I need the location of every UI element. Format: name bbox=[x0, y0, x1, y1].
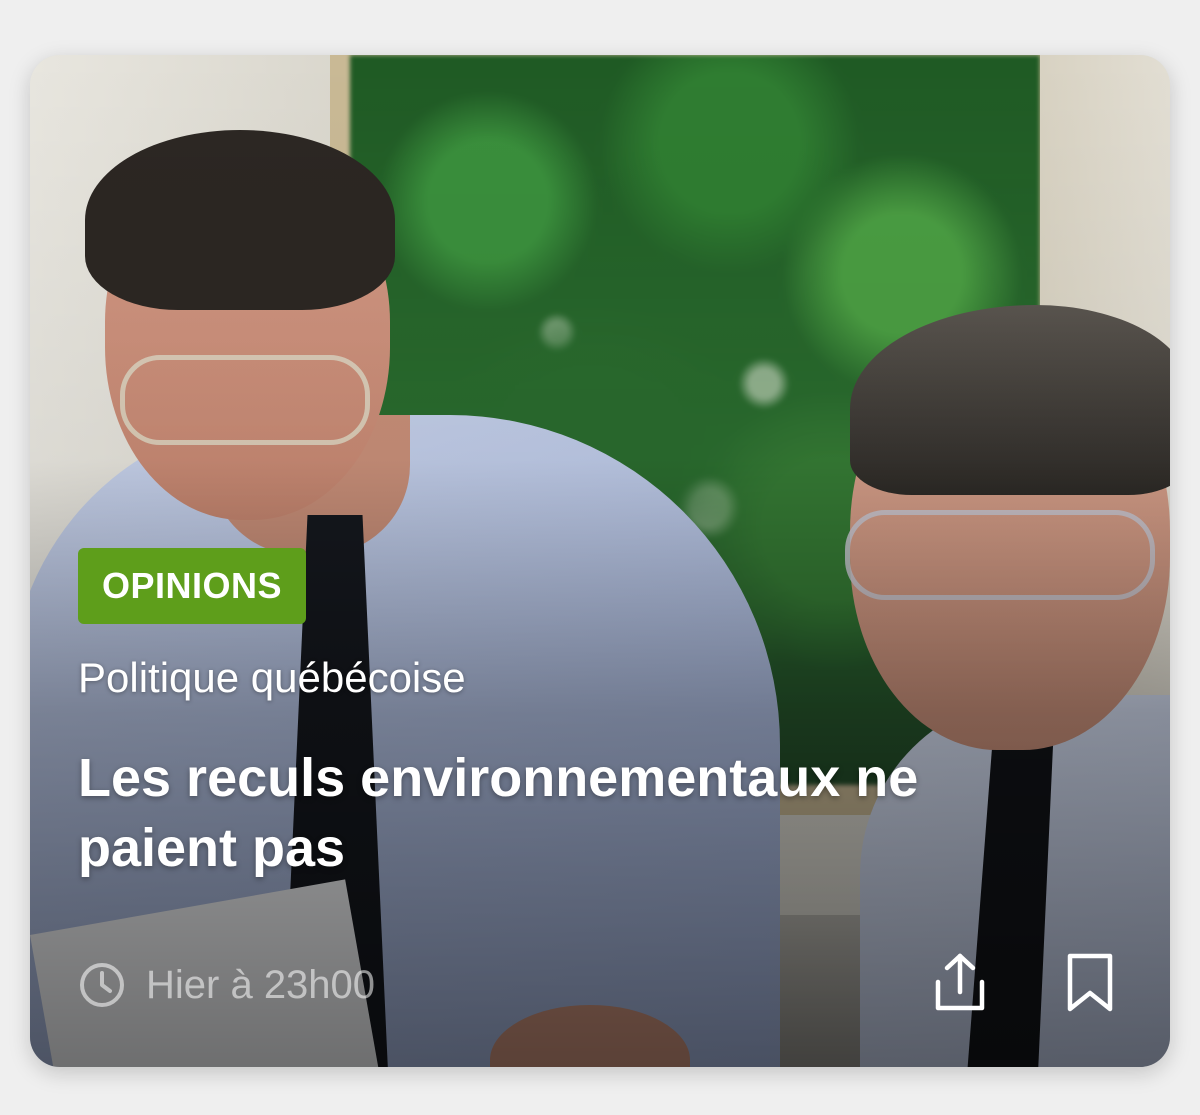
category-badge[interactable]: OPINIONS bbox=[78, 548, 307, 624]
bookmark-button[interactable] bbox=[1060, 950, 1120, 1016]
section-label[interactable]: Politique québécoise bbox=[78, 650, 466, 706]
share-icon bbox=[935, 953, 985, 1011]
article-card[interactable]: OPINIONS Politique québécoise Les reculs… bbox=[30, 55, 1170, 1067]
timestamp-text: Hier à 23h00 bbox=[146, 963, 376, 1007]
clock-icon bbox=[80, 963, 124, 1007]
card-actions bbox=[930, 950, 1120, 1016]
publish-time: Hier à 23h00 bbox=[78, 960, 375, 1010]
share-button[interactable] bbox=[930, 950, 990, 1016]
bookmark-icon bbox=[1067, 953, 1113, 1012]
article-headline[interactable]: Les reculs environnementaux ne paient pa… bbox=[78, 743, 1058, 883]
